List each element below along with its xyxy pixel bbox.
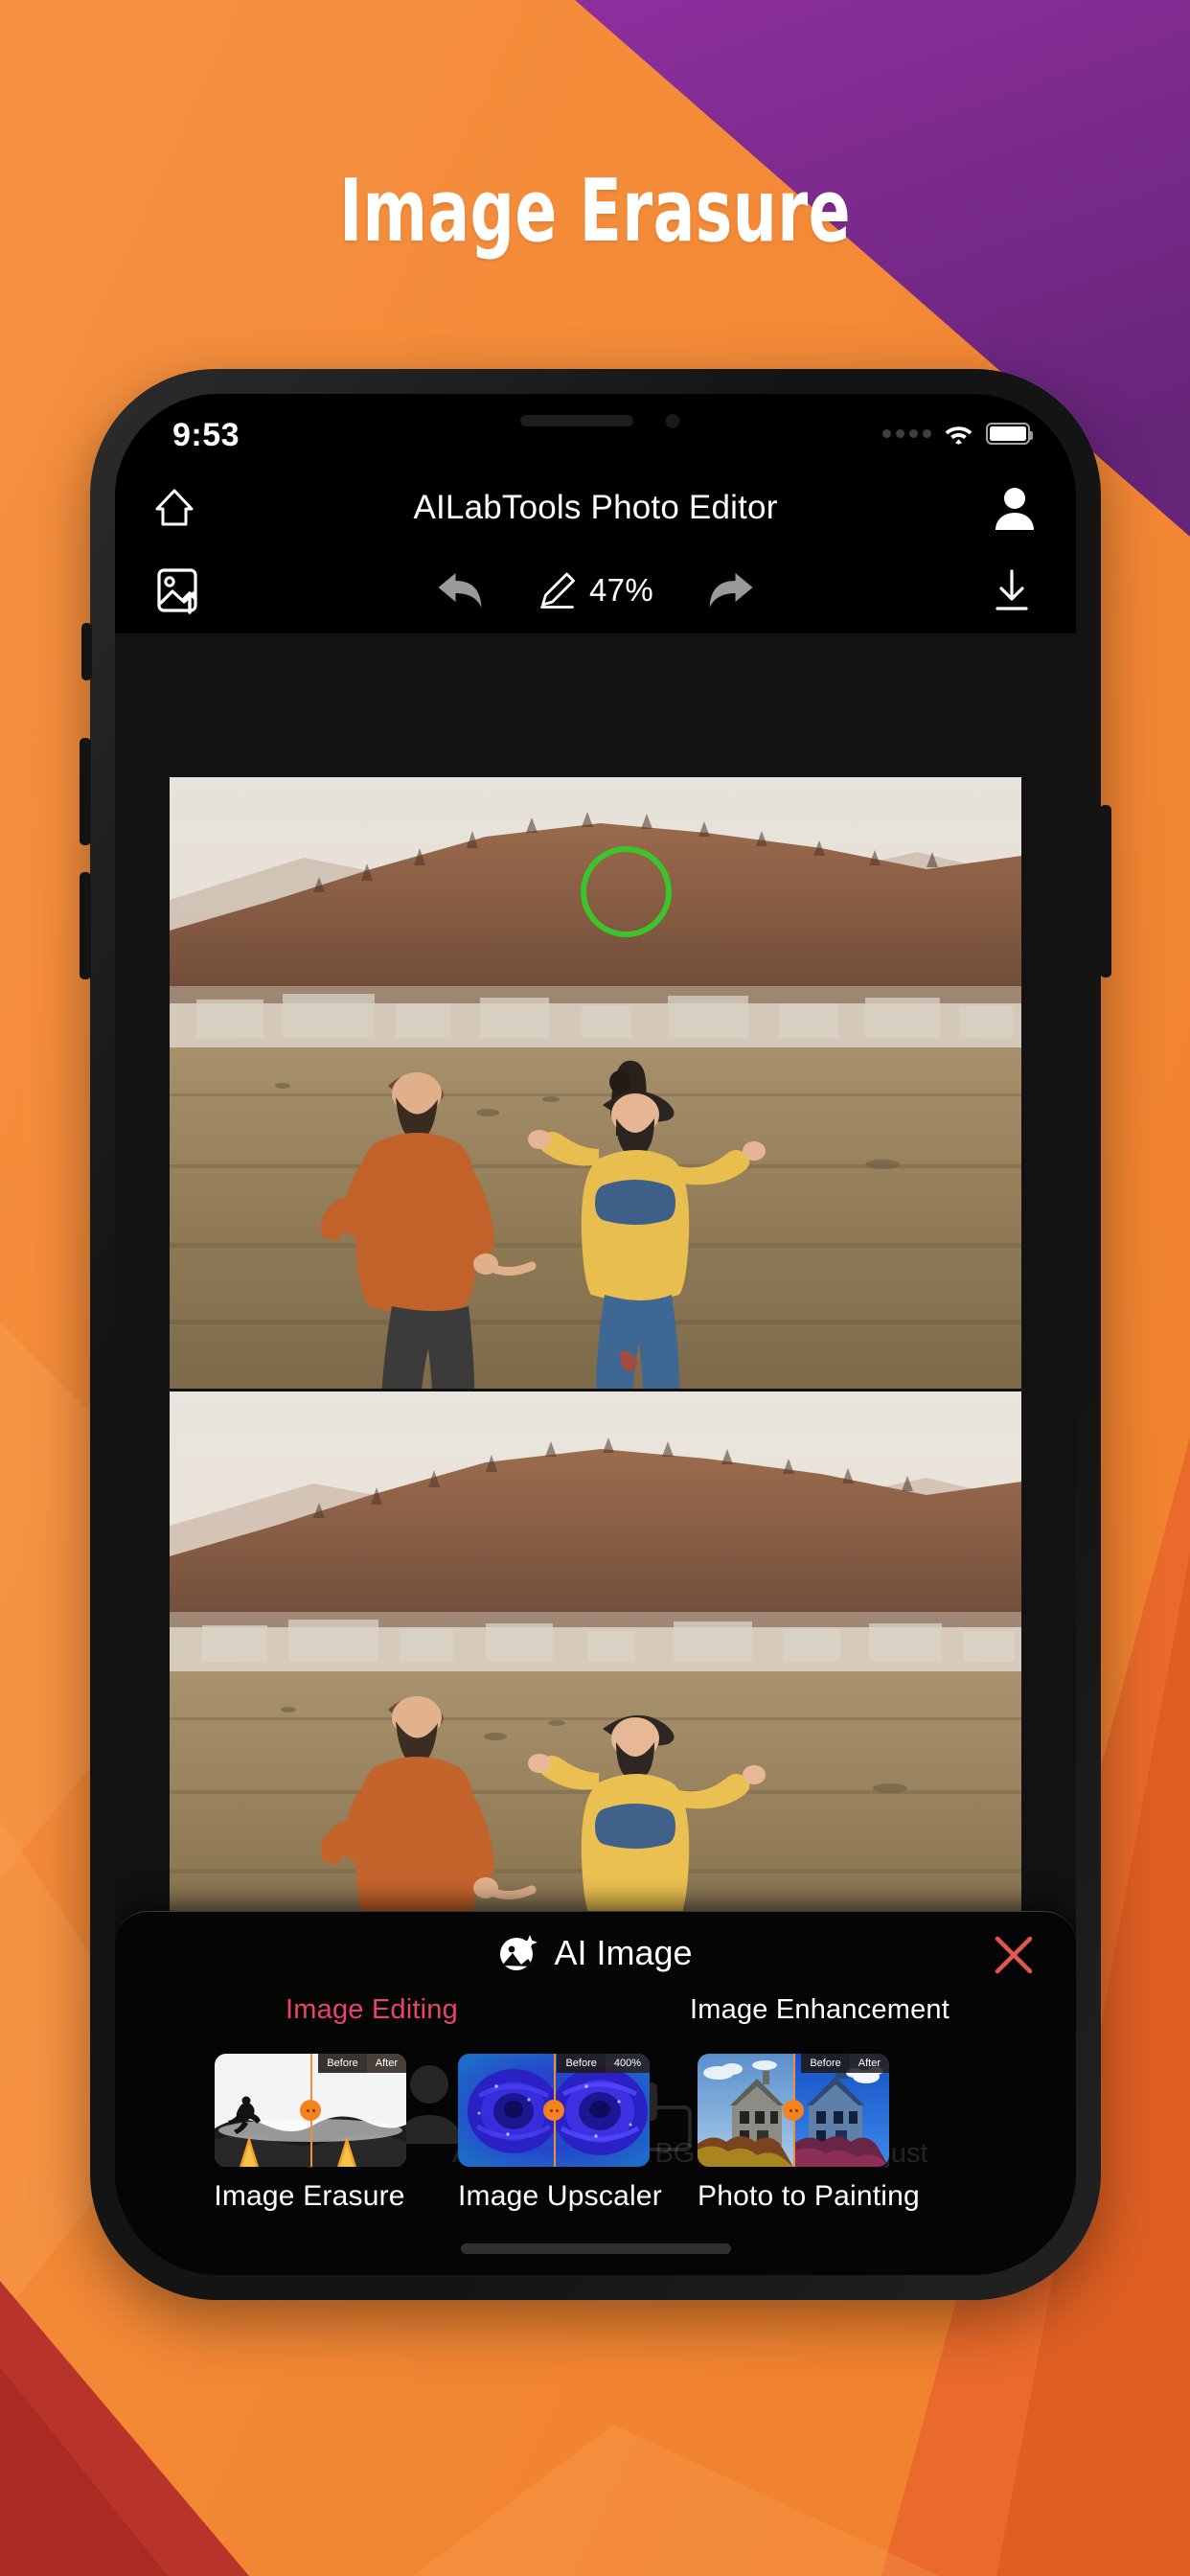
erase-marker-circle xyxy=(581,846,672,937)
undo-arrow-icon[interactable] xyxy=(434,569,486,611)
thumbnail-image-erasure: Before After xyxy=(215,2054,406,2167)
phone-mockup: 9:53 AILabTools Photo Editor 47% AI Imag… xyxy=(80,369,1111,2300)
tool-label-photo-to-painting: Photo to Painting xyxy=(698,2180,920,2212)
image-upload-icon[interactable] xyxy=(155,566,205,614)
earpiece-speaker xyxy=(519,415,633,426)
sheet-header: AI Image xyxy=(115,1912,1076,1994)
volume-down-button[interactable] xyxy=(80,872,91,979)
sheet-title-group: AI Image xyxy=(115,1933,1076,1973)
power-button[interactable] xyxy=(1100,805,1111,978)
tool-card-image-upscaler[interactable]: Before 400% Image Upscaler xyxy=(458,2054,662,2213)
thumbnail-photo-to-painting: Before After xyxy=(698,2054,889,2167)
compare-slider-handle[interactable] xyxy=(543,2100,564,2121)
redo-arrow-icon[interactable] xyxy=(705,569,757,611)
thumb-before-label: Before xyxy=(557,2054,606,2073)
thumb-after-label: After xyxy=(849,2054,889,2073)
volume-up-button[interactable] xyxy=(80,738,91,845)
before-photo[interactable] xyxy=(170,777,1021,1389)
tool-card-photo-to-painting[interactable]: Before After Photo to Painting xyxy=(698,2054,920,2213)
tab-image-editing[interactable]: Image Editing xyxy=(286,1994,458,2026)
before-after-labels: Before 400% xyxy=(557,2054,650,2073)
brush-size-value: 47% xyxy=(589,572,653,608)
photo-comparison-stack xyxy=(170,777,1021,2003)
tool-label-image-erasure: Image Erasure xyxy=(214,2180,405,2212)
thumb-before-label: Before xyxy=(801,2054,850,2073)
thumb-after-label: 400% xyxy=(605,2054,650,2073)
status-time: 9:53 xyxy=(172,417,240,453)
device-notch xyxy=(403,394,788,453)
sheet-title-text: AI Image xyxy=(554,1933,693,1972)
close-x-icon[interactable] xyxy=(992,1933,1036,1977)
ai-image-sheet: AI Image Image Editing Image Enhancement… xyxy=(115,1911,1076,2275)
user-account-icon[interactable] xyxy=(994,486,1036,530)
thumb-after-label: After xyxy=(366,2054,406,2073)
signal-dots-icon xyxy=(882,429,931,438)
compare-slider-handle[interactable] xyxy=(300,2100,321,2121)
home-indicator[interactable] xyxy=(460,2243,731,2254)
category-tabs: Image Editing Image Enhancement xyxy=(115,1994,1076,2054)
page-title: Image Erasure xyxy=(339,161,851,262)
tool-card-row: AI Image AI Portrait AI BG Remover Adjus… xyxy=(115,2054,1076,2217)
before-after-labels: Before After xyxy=(318,2054,406,2073)
tool-label-image-upscaler: Image Upscaler xyxy=(458,2180,662,2212)
tab-image-enhancement[interactable]: Image Enhancement xyxy=(690,1994,950,2026)
editor-toolbar: 47% xyxy=(115,547,1076,633)
ai-sparkle-image-icon xyxy=(500,1935,538,1970)
before-after-labels: Before After xyxy=(801,2054,889,2073)
phone-screen: 9:53 AILabTools Photo Editor 47% AI Imag… xyxy=(115,394,1076,2275)
thumb-before-label: Before xyxy=(318,2054,367,2073)
silence-switch[interactable] xyxy=(81,623,92,680)
battery-full-icon xyxy=(986,423,1033,445)
brush-size-icon[interactable] xyxy=(538,571,576,610)
app-nav-bar: AILabTools Photo Editor xyxy=(115,469,1076,547)
compare-slider-handle[interactable] xyxy=(783,2100,804,2121)
app-title: AILabTools Photo Editor xyxy=(413,489,778,526)
front-camera xyxy=(665,414,679,428)
wifi-icon xyxy=(945,426,973,445)
download-icon[interactable] xyxy=(992,568,1032,612)
tool-card-image-erasure[interactable]: Before After Image Erasure xyxy=(214,2054,406,2213)
thumbnail-image-upscaler: Before 400% xyxy=(458,2054,650,2167)
